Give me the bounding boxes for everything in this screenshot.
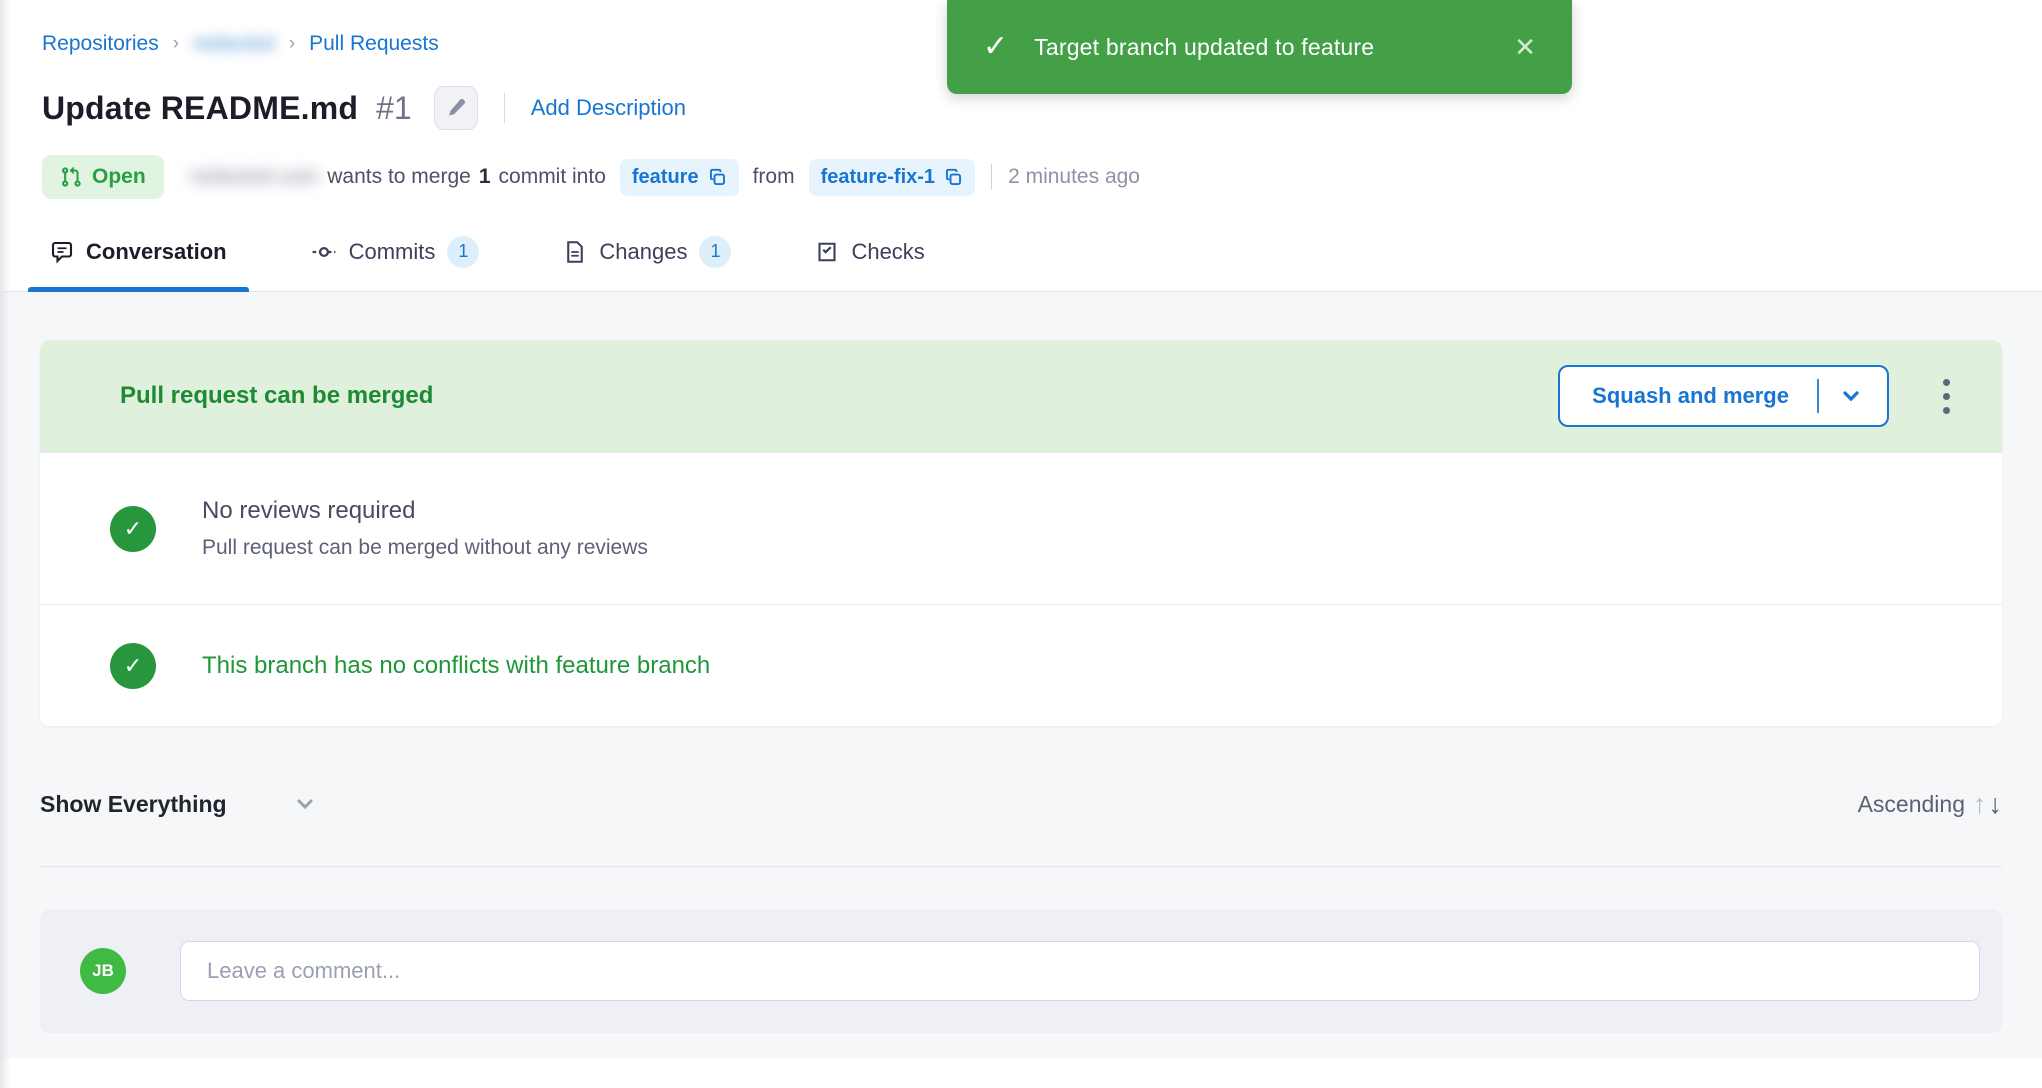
toast-close-icon[interactable]: ✕ bbox=[1514, 34, 1536, 60]
copy-icon[interactable] bbox=[708, 168, 727, 187]
pull-request-page: ✓ Target branch updated to feature ✕ Rep… bbox=[0, 0, 2042, 1088]
commit-icon bbox=[311, 239, 337, 265]
tab-changes[interactable]: Changes 1 bbox=[541, 212, 753, 291]
title-divider bbox=[504, 93, 505, 123]
source-branch-name: feature-fix-1 bbox=[821, 166, 935, 189]
target-branch-name: feature bbox=[632, 166, 699, 189]
document-icon bbox=[563, 240, 587, 264]
merge-check-row: ✓ No reviews required Pull request can b… bbox=[40, 452, 2002, 604]
pr-content: Pull request can be merged Squash and me… bbox=[0, 292, 2042, 1058]
pull-request-icon bbox=[60, 166, 82, 188]
merge-text: wants to merge bbox=[327, 165, 471, 189]
breadcrumb-separator: › bbox=[289, 33, 295, 55]
avatar: JB bbox=[80, 948, 126, 994]
sort-arrow-down-icon: ↓ bbox=[1989, 789, 2003, 820]
merge-sentence: wants to merge 1 commit into feature fro… bbox=[327, 159, 981, 196]
comment-input[interactable] bbox=[180, 941, 1980, 1001]
check-title: This branch has no conflicts with featur… bbox=[202, 652, 710, 680]
source-branch-chip[interactable]: feature-fix-1 bbox=[809, 159, 975, 196]
show-filter-dropdown[interactable]: Show Everything bbox=[40, 791, 227, 818]
merge-check-row: ✓ This branch has no conflicts with feat… bbox=[40, 604, 2002, 726]
commit-count: 1 bbox=[479, 165, 491, 189]
breadcrumb-repo-name-redacted[interactable]: redacted bbox=[193, 32, 275, 56]
pencil-icon bbox=[445, 97, 467, 119]
more-options-kebab-icon[interactable] bbox=[1935, 371, 1958, 422]
comment-composer: JB bbox=[40, 909, 2002, 1033]
squash-and-merge-button[interactable]: Squash and merge bbox=[1558, 365, 1889, 427]
chevron-down-icon[interactable] bbox=[293, 792, 317, 816]
status-row: Open redacted-user wants to merge 1 comm… bbox=[42, 154, 2002, 200]
sort-order-label: Ascending bbox=[1858, 791, 1965, 818]
breadcrumb-repositories[interactable]: Repositories bbox=[42, 32, 159, 56]
tab-label: Changes bbox=[599, 239, 687, 265]
left-edge-shadow bbox=[0, 0, 10, 1088]
copy-icon[interactable] bbox=[944, 168, 963, 187]
page-title: Update README.md bbox=[42, 90, 358, 127]
from-label: from bbox=[753, 165, 795, 189]
check-title: No reviews required bbox=[202, 497, 648, 525]
commits-count-badge: 1 bbox=[447, 236, 479, 268]
breadcrumb-pull-requests[interactable]: Pull Requests bbox=[309, 32, 439, 56]
time-divider bbox=[991, 164, 992, 190]
sort-order-toggle[interactable]: Ascending ↑ ↓ bbox=[1858, 789, 2002, 820]
pr-number: #1 bbox=[376, 90, 412, 127]
pr-tabbar: Conversation Commits 1 Changes 1 Checks bbox=[0, 212, 2042, 292]
section-divider bbox=[40, 866, 2002, 867]
toast-notification: ✓ Target branch updated to feature ✕ bbox=[947, 0, 1572, 94]
tab-label: Commits bbox=[349, 239, 436, 265]
toast-check-icon: ✓ bbox=[983, 32, 1008, 62]
status-badge-label: Open bbox=[92, 165, 146, 189]
check-circle-icon: ✓ bbox=[110, 643, 156, 689]
tab-commits[interactable]: Commits 1 bbox=[289, 212, 502, 291]
merge-banner: Pull request can be merged Squash and me… bbox=[40, 340, 2002, 452]
pr-author-redacted: redacted-user bbox=[190, 165, 320, 189]
check-circle-icon: ✓ bbox=[110, 506, 156, 552]
breadcrumb-separator: › bbox=[173, 33, 179, 55]
filter-bar: Show Everything Ascending ↑ ↓ bbox=[40, 782, 2002, 826]
pr-created-time: 2 minutes ago bbox=[1008, 165, 1140, 189]
changes-count-badge: 1 bbox=[699, 236, 731, 268]
add-description-link[interactable]: Add Description bbox=[531, 95, 686, 121]
target-branch-chip[interactable]: feature bbox=[620, 159, 739, 196]
checklist-icon bbox=[815, 240, 839, 264]
conversation-icon bbox=[50, 240, 74, 264]
tab-label: Conversation bbox=[86, 239, 227, 265]
tab-label: Checks bbox=[851, 239, 924, 265]
tab-conversation[interactable]: Conversation bbox=[28, 212, 249, 291]
tab-checks[interactable]: Checks bbox=[793, 212, 946, 291]
merge-banner-title: Pull request can be merged bbox=[120, 382, 1558, 410]
sort-arrow-up-icon: ↑ bbox=[1973, 789, 1987, 820]
merge-text: commit into bbox=[499, 165, 606, 189]
merge-status-card: Pull request can be merged Squash and me… bbox=[40, 340, 2002, 726]
check-texts: No reviews required Pull request can be … bbox=[202, 497, 648, 560]
chevron-down-icon[interactable] bbox=[1839, 384, 1863, 408]
edit-title-button[interactable] bbox=[434, 86, 478, 130]
status-badge: Open bbox=[42, 155, 164, 199]
check-subtitle: Pull request can be merged without any r… bbox=[202, 536, 648, 560]
squash-button-label: Squash and merge bbox=[1592, 383, 1789, 409]
button-divider bbox=[1817, 379, 1819, 413]
toast-message: Target branch updated to feature bbox=[1034, 34, 1514, 61]
